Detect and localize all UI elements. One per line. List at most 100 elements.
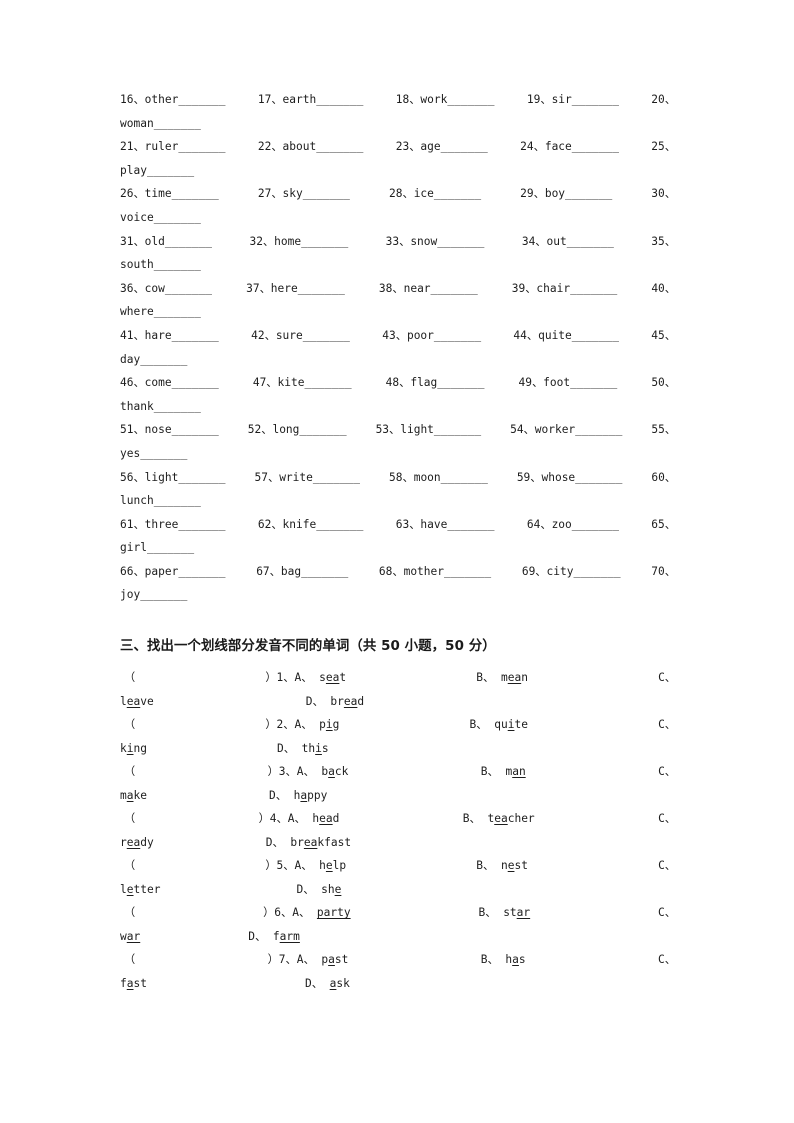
mc-option[interactable]: A、 back [297,760,349,784]
blank-item[interactable]: play_______ [120,159,194,183]
blank-item-line[interactable]: _______ [434,423,481,436]
blank-item-line[interactable]: _______ [303,329,350,342]
blank-item[interactable]: 31、old_______ [120,230,212,254]
blank-item[interactable]: 26、time_______ [120,182,219,206]
mc-option-letter-c[interactable]: C、 [658,713,676,737]
blank-item-line[interactable]: _______ [444,565,491,578]
blank-item-line[interactable]: _______ [154,400,201,413]
mc-answer-box[interactable]: （ [120,948,135,972]
blank-item[interactable]: day_______ [120,348,187,372]
blank-item[interactable]: south_______ [120,253,201,277]
blank-item-line[interactable]: _______ [178,565,225,578]
blank-item-line[interactable]: _______ [434,187,481,200]
mc-option-c-word[interactable]: war [120,925,140,949]
blank-item-line[interactable]: _______ [434,329,481,342]
blank-item-line[interactable]: _______ [572,518,619,531]
mc-option[interactable]: D、 bread [306,690,364,714]
blank-item[interactable]: 29、boy_______ [520,182,612,206]
blank-item-line[interactable]: _______ [154,117,201,130]
blank-item-line[interactable]: _______ [147,541,194,554]
blank-item-line[interactable]: _______ [572,140,619,153]
blank-item[interactable]: 59、whose_______ [517,466,623,490]
blank-item[interactable]: 28、ice_______ [389,182,481,206]
blank-item[interactable]: 33、snow_______ [386,230,485,254]
blank-item[interactable]: 61、three_______ [120,513,226,537]
blank-item-line[interactable]: _______ [441,140,488,153]
mc-option[interactable]: B、 star [479,901,531,925]
blank-item-line[interactable]: _______ [299,423,346,436]
mc-option[interactable]: D、 happy [269,784,327,808]
blank-item[interactable]: 22、about_______ [258,135,364,159]
blank-item[interactable]: 19、sir_______ [527,88,619,112]
blank-item[interactable]: 52、long_______ [248,418,347,442]
blank-item[interactable]: 41、hare_______ [120,324,219,348]
blank-item-line[interactable]: _______ [301,235,348,248]
mc-option[interactable]: D、 this [277,737,329,761]
mc-option[interactable]: D、 she [296,878,341,902]
mc-option[interactable]: A、 party [292,901,350,925]
blank-item[interactable]: 66、paper_______ [120,560,226,584]
blank-item-line[interactable]: _______ [313,471,360,484]
blank-item-line[interactable]: _______ [572,329,619,342]
mc-option-letter-c[interactable]: C、 [658,666,676,690]
blank-item[interactable]: 68、mother_______ [379,560,491,584]
blank-item-line[interactable]: _______ [567,235,614,248]
blank-item[interactable]: girl_______ [120,536,194,560]
blank-item[interactable]: thank_______ [120,395,201,419]
mc-option-letter-c[interactable]: C、 [658,807,676,831]
blank-item-line[interactable]: _______ [147,164,194,177]
blank-item-line[interactable]: _______ [447,93,494,106]
mc-option[interactable]: A、 head [288,807,340,831]
blank-item-line[interactable]: _______ [431,282,478,295]
mc-option[interactable]: B、 teacher [463,807,535,831]
mc-option[interactable]: A、 pig [294,713,339,737]
mc-answer-box[interactable]: （ [120,713,135,737]
mc-option[interactable]: A、 past [297,948,349,972]
blank-item-line[interactable]: _______ [303,187,350,200]
blank-item-line[interactable]: _______ [441,471,488,484]
blank-item[interactable]: 63、have_______ [396,513,495,537]
mc-answer-box[interactable]: （ [120,666,135,690]
blank-item[interactable]: 62、knife_______ [258,513,364,537]
blank-item-line[interactable]: _______ [447,518,494,531]
blank-item[interactable]: 27、sky_______ [258,182,350,206]
blank-item[interactable]: 40、 [651,277,676,301]
mc-option-letter-c[interactable]: C、 [658,760,676,784]
blank-item[interactable]: 54、worker_______ [510,418,622,442]
blank-item-line[interactable]: _______ [178,471,225,484]
mc-option[interactable]: B、 quite [470,713,528,737]
blank-item[interactable]: 69、city_______ [522,560,621,584]
blank-item[interactable]: 30、 [651,182,676,206]
blank-item-line[interactable]: _______ [172,329,219,342]
blank-item-line[interactable]: _______ [172,423,219,436]
blank-item[interactable]: 64、zoo_______ [527,513,619,537]
blank-item[interactable]: 24、face_______ [520,135,619,159]
blank-item[interactable]: 23、age_______ [396,135,488,159]
blank-item[interactable]: joy_______ [120,583,187,607]
blank-item-line[interactable]: _______ [570,282,617,295]
blank-item[interactable]: 35、 [651,230,676,254]
blank-item[interactable]: 56、light_______ [120,466,226,490]
blank-item[interactable]: 58、moon_______ [389,466,488,490]
mc-option-c-word[interactable]: king [120,737,147,761]
blank-item[interactable]: 47、kite_______ [253,371,352,395]
blank-item[interactable]: 18、work_______ [396,88,495,112]
blank-item[interactable]: 38、near_______ [379,277,478,301]
blank-item-line[interactable]: _______ [316,140,363,153]
blank-item-line[interactable]: _______ [140,588,187,601]
blank-item[interactable]: 67、bag_______ [256,560,348,584]
mc-option[interactable]: D、 farm [248,925,300,949]
mc-option[interactable]: B、 has [481,948,526,972]
blank-item-line[interactable]: _______ [301,565,348,578]
blank-item-line[interactable]: _______ [178,93,225,106]
blank-item-line[interactable]: _______ [575,423,622,436]
blank-item[interactable]: 57、write_______ [255,466,361,490]
blank-item[interactable]: 51、nose_______ [120,418,219,442]
blank-item-line[interactable]: _______ [570,376,617,389]
blank-item[interactable]: voice_______ [120,206,201,230]
mc-answer-box[interactable]: （ [120,901,135,925]
blank-item[interactable]: 39、chair_______ [512,277,618,301]
blank-item[interactable]: 53、light_______ [376,418,482,442]
mc-option[interactable]: D、 breakfast [266,831,351,855]
blank-item[interactable]: 34、out_______ [522,230,614,254]
